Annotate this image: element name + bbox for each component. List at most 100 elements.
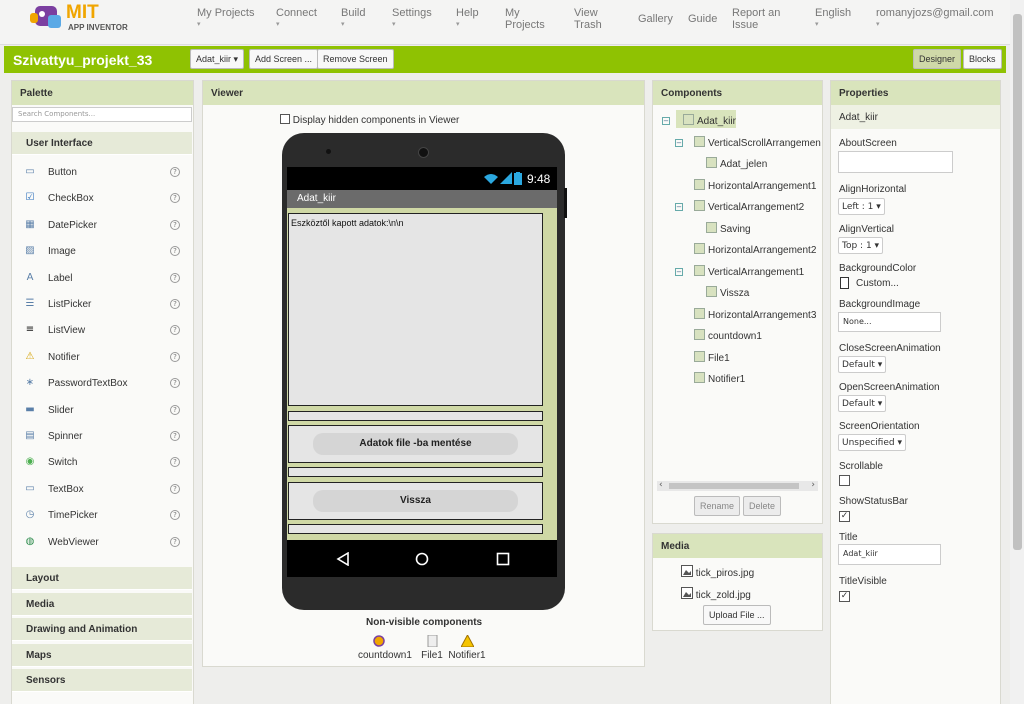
background-color-value[interactable]: Custom... — [856, 278, 899, 289]
palette-item-textbox[interactable]: ▭ TextBox? — [14, 477, 192, 501]
menu-build[interactable]: Build ▾ — [341, 7, 365, 31]
category-media[interactable]: Media — [12, 592, 192, 616]
tree-node[interactable]: HorizontalArrangement2 — [694, 243, 816, 257]
help-icon[interactable]: ? — [170, 246, 180, 257]
media-file-item[interactable]: tick_zold.jpg — [681, 587, 751, 601]
non-visible-countdown1[interactable]: countdown1 — [358, 635, 412, 661]
help-icon[interactable]: ? — [170, 536, 180, 547]
menu-language[interactable]: English ▾ — [815, 7, 851, 31]
category-drawing-and-animation[interactable]: Drawing and Animation — [12, 618, 192, 642]
palette-item-button[interactable]: ▭ Button? — [14, 160, 192, 184]
scroll-thumb[interactable] — [669, 483, 799, 489]
tree-collapse-icon[interactable]: − — [675, 138, 683, 147]
category-user-interface[interactable]: User Interface — [12, 132, 192, 155]
palette-item-switch[interactable]: ◉ Switch? — [14, 450, 192, 474]
menu-help[interactable]: Help ▾ — [456, 7, 479, 31]
palette-item-listpicker[interactable]: ☰ ListPicker? — [14, 292, 192, 316]
tree-node[interactable]: VerticalArrangement2 — [694, 200, 804, 214]
save-to-file-button[interactable]: Adatok file -ba mentése — [313, 433, 518, 455]
category-maps[interactable]: Maps — [12, 643, 192, 667]
non-visible-file1[interactable]: File1 — [420, 634, 444, 661]
menu-connect[interactable]: Connect ▾ — [276, 7, 317, 31]
components-hscrollbar[interactable]: ‹ › — [657, 480, 818, 491]
show-status-bar-checkbox[interactable]: ✓ — [839, 511, 850, 522]
close-animation-dropdown[interactable]: Default ▾ — [838, 356, 887, 373]
help-icon[interactable]: ? — [170, 483, 180, 494]
horizontal-arrangement-3[interactable] — [288, 524, 543, 534]
help-icon[interactable]: ? — [170, 272, 180, 283]
vertical-arrangement-2[interactable]: Adatok file -ba mentése — [288, 425, 543, 463]
tree-node[interactable]: HorizontalArrangement1 — [694, 178, 816, 193]
palette-item-image[interactable]: ▨ Image? — [14, 239, 192, 263]
category-layout[interactable]: Layout — [12, 567, 192, 590]
rename-button[interactable]: Rename — [694, 496, 741, 516]
menu-account[interactable]: romanyjozs@gmail.com ▾ — [876, 7, 994, 31]
menu-settings[interactable]: Settings ▾ — [392, 7, 432, 31]
non-visible-notifier1[interactable]: Notifier1 — [448, 633, 486, 661]
open-animation-dropdown[interactable]: Default ▾ — [838, 395, 887, 412]
link-my-projects[interactable]: My Projects — [505, 7, 545, 31]
hidden-components-toggle[interactable]: Display hidden components in Viewer — [280, 114, 459, 126]
app-inventor-logo[interactable]: MIT APP INVENTOR — [28, 2, 138, 34]
tree-collapse-icon[interactable]: − — [675, 203, 683, 211]
palette-item-passwordtextbox[interactable]: ∗ PasswordTextBox? — [14, 371, 192, 395]
horizontal-arrangement-2[interactable] — [288, 467, 543, 477]
delete-button[interactable]: Delete — [743, 496, 782, 516]
help-icon[interactable]: ? — [170, 325, 180, 336]
tree-node[interactable]: Adat_jelen — [706, 157, 767, 171]
help-icon[interactable]: ? — [170, 404, 180, 415]
tree-collapse-icon[interactable]: − — [662, 117, 670, 125]
add-screen-button[interactable]: Add Screen ... — [249, 49, 319, 69]
link-view-trash[interactable]: View Trash — [574, 7, 602, 31]
vertical-arrangement-1[interactable]: Vissza — [288, 482, 543, 520]
scrollable-checkbox[interactable] — [839, 475, 850, 486]
tree-collapse-icon[interactable]: − — [675, 267, 683, 276]
vertical-scroll-arrangement[interactable]: Eszköztől kapott adatok:\n\n — [288, 213, 543, 406]
palette-item-checkbox[interactable]: ☑ CheckBox? — [14, 186, 192, 210]
palette-item-slider[interactable]: ▬ Slider? — [14, 398, 192, 422]
palette-item-webviewer[interactable]: ◍ WebViewer? — [14, 530, 192, 554]
link-report-issue[interactable]: Report an Issue — [732, 7, 780, 31]
color-swatch[interactable] — [840, 277, 849, 289]
align-horizontal-dropdown[interactable]: Left : 1 ▾ — [838, 198, 885, 215]
tree-node[interactable]: Notifier1 — [694, 372, 745, 386]
help-icon[interactable]: ? — [170, 299, 180, 309]
help-icon[interactable]: ? — [170, 457, 180, 468]
tree-node[interactable]: File1 — [694, 350, 730, 365]
page-scroll-thumb[interactable] — [1013, 14, 1022, 550]
tree-node[interactable]: VerticalScrollArrangemen — [694, 135, 821, 150]
link-guide[interactable]: Guide — [688, 13, 717, 25]
blocks-button[interactable]: Blocks — [963, 49, 1002, 69]
screen-orientation-dropdown[interactable]: Unspecified ▾ — [838, 434, 906, 451]
screen-select-dropdown[interactable]: Adat_kiir ▾ — [190, 49, 245, 69]
align-vertical-dropdown[interactable]: Top : 1 ▾ — [838, 237, 884, 254]
back-button[interactable]: Vissza — [313, 490, 518, 512]
palette-item-label[interactable]: A Label? — [14, 266, 192, 290]
tree-node[interactable]: countdown1 — [694, 329, 762, 343]
palette-item-timepicker[interactable]: ◷ TimePicker? — [14, 503, 192, 527]
palette-item-datepicker[interactable]: ▦ DatePicker? — [14, 213, 192, 237]
palette-item-spinner[interactable]: ▤ Spinner? — [14, 424, 192, 448]
palette-item-notifier[interactable]: ⚠ Notifier? — [14, 345, 192, 369]
tree-node[interactable]: Vissza — [706, 286, 749, 300]
scroll-right-icon[interactable]: › — [811, 480, 815, 490]
remove-screen-button[interactable]: Remove Screen — [317, 49, 394, 69]
tree-node[interactable]: VerticalArrangement1 — [694, 264, 804, 279]
help-icon[interactable]: ? — [170, 219, 180, 230]
tree-node[interactable]: Saving — [706, 221, 751, 236]
link-gallery[interactable]: Gallery — [638, 13, 673, 25]
about-screen-textarea[interactable] — [838, 151, 953, 173]
hidden-components-checkbox[interactable] — [280, 114, 290, 124]
category-sensors[interactable]: Sensors — [12, 669, 192, 693]
help-icon[interactable]: ? — [170, 351, 180, 362]
upload-file-button[interactable]: Upload File ... — [703, 605, 771, 625]
designer-button[interactable]: Designer — [913, 49, 962, 69]
help-icon[interactable]: ? — [170, 510, 180, 521]
background-image-picker[interactable]: None... — [838, 312, 941, 332]
help-icon[interactable]: ? — [170, 431, 180, 441]
help-icon[interactable]: ? — [170, 378, 180, 389]
palette-item-listview[interactable]: ≡ ListView? — [14, 318, 192, 342]
menu-my-projects[interactable]: My Projects ▾ — [197, 7, 254, 31]
help-icon[interactable]: ? — [170, 193, 180, 204]
label-adat-jelen[interactable]: Eszköztől kapott adatok:\n\n — [291, 218, 404, 228]
